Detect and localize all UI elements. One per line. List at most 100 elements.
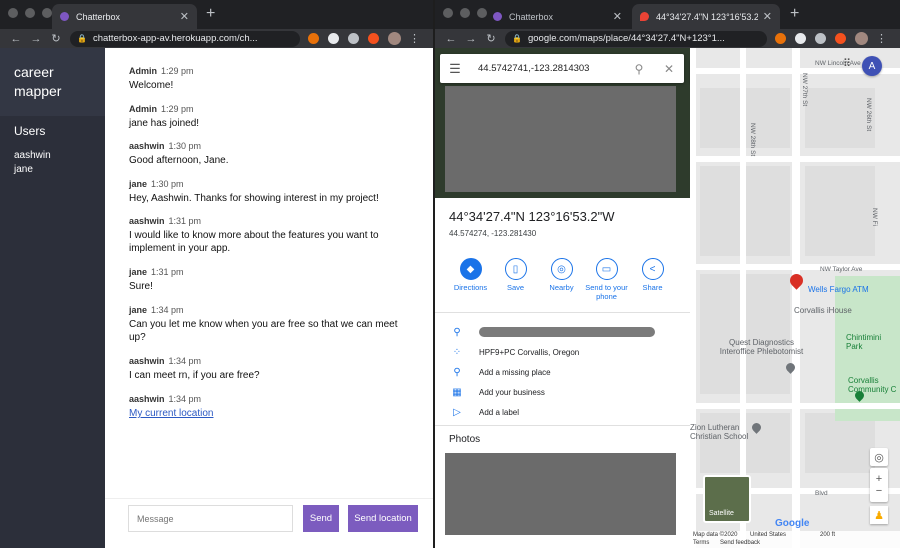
add-missing-place-row[interactable]: ⚲ Add a missing place bbox=[449, 364, 550, 380]
maps-search-box[interactable]: ☰ 44.5742741,-123.2814303 ⚲ ✕ bbox=[440, 54, 684, 83]
terms-link[interactable]: Terms bbox=[693, 540, 709, 546]
message-input[interactable] bbox=[128, 505, 293, 532]
place-panel: ☰ 44.5742741,-123.2814303 ⚲ ✕ 44°34'27.4… bbox=[435, 48, 690, 548]
location-pin-icon: ⚲ bbox=[453, 326, 461, 338]
address-bar[interactable]: 🔒 chatterbox-app-av.herokuapp.com/ch... bbox=[70, 30, 300, 47]
send-to-phone-button[interactable]: ▭ Send to your phone bbox=[584, 258, 629, 301]
message-author: jane bbox=[129, 267, 148, 277]
dropped-pin-icon[interactable] bbox=[787, 271, 806, 290]
close-tab-icon[interactable]: ✕ bbox=[613, 10, 622, 23]
menu-icon[interactable]: ⋮ bbox=[876, 32, 887, 45]
message: aashwin 1:30 pm Good afternoon, Jane. bbox=[129, 140, 409, 167]
extension-icon[interactable] bbox=[835, 33, 846, 44]
zoom-out-icon[interactable]: − bbox=[876, 485, 882, 497]
place-actions: ◆ Directions ▯ Save ◎ Nearby ▭ Send to y… bbox=[435, 258, 690, 313]
hamburger-menu-icon[interactable]: ☰ bbox=[440, 61, 470, 77]
react-extension-icon[interactable] bbox=[815, 33, 826, 44]
message: jane 1:31 pm Sure! bbox=[129, 266, 409, 293]
brave-extension-icon[interactable] bbox=[308, 33, 319, 44]
forward-icon[interactable]: → bbox=[461, 33, 481, 45]
map-block bbox=[805, 413, 875, 473]
apps-grid-icon[interactable]: ⠿ bbox=[840, 56, 854, 70]
message-author: aashwin bbox=[129, 356, 165, 366]
message: Admin 1:29 pm Welcome! bbox=[129, 65, 409, 92]
extension-icon[interactable] bbox=[368, 33, 379, 44]
send-location-button[interactable]: Send location bbox=[348, 505, 418, 532]
menu-icon[interactable]: ⋮ bbox=[409, 32, 420, 45]
redacted-photo bbox=[445, 86, 676, 192]
address-bar[interactable]: 🔒 google.com/maps/place/44°34'27.4"N+123… bbox=[505, 30, 767, 47]
add-business-row[interactable]: ▦ Add your business bbox=[449, 384, 545, 400]
window-controls[interactable] bbox=[443, 8, 487, 18]
reload-icon[interactable]: ↻ bbox=[481, 32, 501, 45]
close-icon[interactable]: ✕ bbox=[654, 62, 684, 76]
tab-strip: Chatterbox ✕ + bbox=[0, 0, 433, 29]
message-time: 1:34 pm bbox=[168, 356, 202, 366]
wells-fargo-atm[interactable]: Wells Fargo ATM bbox=[808, 285, 869, 294]
nearby-button[interactable]: ◎ Nearby bbox=[539, 258, 584, 292]
users-panel: Users aashwin jane bbox=[0, 116, 105, 548]
business-icon: ▦ bbox=[452, 386, 462, 398]
google-logo: Google bbox=[775, 518, 810, 529]
search-input[interactable]: 44.5742741,-123.2814303 bbox=[470, 63, 624, 74]
back-icon[interactable]: ← bbox=[441, 33, 461, 45]
quest-diagnostics[interactable]: Quest Diagnostics Interoffice Phlebotomi… bbox=[714, 338, 809, 356]
message-author: aashwin bbox=[129, 141, 165, 151]
share-button[interactable]: < Share bbox=[630, 258, 675, 292]
divider bbox=[435, 312, 690, 313]
reload-icon[interactable]: ↻ bbox=[46, 32, 66, 45]
location-link[interactable]: My current location bbox=[129, 408, 213, 419]
forward-icon[interactable]: → bbox=[26, 33, 46, 45]
plus-code-row[interactable]: ⁘ HPF9+PC Corvallis, Oregon bbox=[449, 344, 579, 360]
corvallis-ihouse[interactable]: Corvallis iHouse bbox=[794, 306, 852, 315]
scale-text: 200 ft bbox=[820, 532, 836, 538]
add-label-row[interactable]: ▷ Add a label bbox=[449, 404, 519, 420]
react-extension-icon[interactable] bbox=[348, 33, 359, 44]
tab-google-maps[interactable]: 44°34'27.4"N 123°16'53.2"W ✕ bbox=[632, 4, 780, 29]
message-author: jane bbox=[129, 305, 148, 315]
directions-button[interactable]: ◆ Directions bbox=[448, 258, 493, 292]
message-time: 1:31 pm bbox=[151, 267, 184, 277]
maps-browser-window: Chatterbox ✕ 44°34'27.4"N 123°16'53.2"W … bbox=[435, 0, 900, 548]
label-icon: ▷ bbox=[453, 406, 461, 418]
account-avatar[interactable]: A bbox=[862, 56, 882, 76]
extension-icon[interactable] bbox=[795, 33, 806, 44]
pegman-icon[interactable]: ♟ bbox=[870, 506, 888, 524]
send-feedback-link[interactable]: Send feedback bbox=[720, 540, 760, 546]
tab-chatterbox[interactable]: Chatterbox ✕ bbox=[52, 4, 197, 29]
new-tab-button[interactable]: + bbox=[206, 5, 215, 23]
brave-extension-icon[interactable] bbox=[775, 33, 786, 44]
tab-chatterbox[interactable]: Chatterbox ✕ bbox=[485, 4, 630, 29]
back-icon[interactable]: ← bbox=[6, 33, 26, 45]
close-tab-icon[interactable]: ✕ bbox=[180, 10, 189, 23]
street bbox=[792, 48, 800, 548]
extension-icon[interactable] bbox=[328, 33, 339, 44]
chintimini-park-label[interactable]: Chintimini Park bbox=[846, 333, 894, 351]
new-tab-button[interactable]: + bbox=[790, 5, 799, 23]
zoom-in-icon[interactable]: + bbox=[876, 473, 882, 485]
close-tab-icon[interactable]: ✕ bbox=[763, 10, 772, 23]
address-row[interactable]: ⚲ bbox=[449, 324, 655, 340]
map-canvas[interactable]: NW Lincoln Ave NW 27th St NW 26th St NW … bbox=[690, 48, 900, 548]
redacted-photo[interactable] bbox=[445, 453, 676, 535]
window-controls[interactable] bbox=[8, 8, 52, 18]
search-icon[interactable]: ⚲ bbox=[624, 62, 654, 76]
app-title: career mapper bbox=[14, 64, 62, 99]
avatar[interactable] bbox=[855, 32, 868, 45]
satellite-toggle[interactable]: Satellite bbox=[703, 475, 751, 523]
lock-icon: 🔒 bbox=[77, 34, 87, 43]
send-button[interactable]: Send bbox=[303, 505, 339, 532]
zion-lutheran-school[interactable]: Zion Lutheran Christian School bbox=[690, 423, 760, 441]
message-text: I would like to know more about the feat… bbox=[129, 230, 379, 254]
street bbox=[740, 48, 746, 548]
street-label: NW Fi bbox=[871, 208, 878, 227]
lock-icon: 🔒 bbox=[512, 34, 522, 43]
share-icon: < bbox=[641, 258, 664, 280]
street-label: NW 26th St bbox=[865, 98, 872, 132]
chatterbox-favicon bbox=[493, 12, 502, 21]
phone-icon: ▭ bbox=[595, 258, 618, 280]
save-button[interactable]: ▯ Save bbox=[493, 258, 538, 292]
my-location-icon[interactable]: ◎ bbox=[870, 448, 888, 466]
avatar[interactable] bbox=[388, 32, 401, 45]
photos-heading: Photos bbox=[449, 434, 481, 445]
